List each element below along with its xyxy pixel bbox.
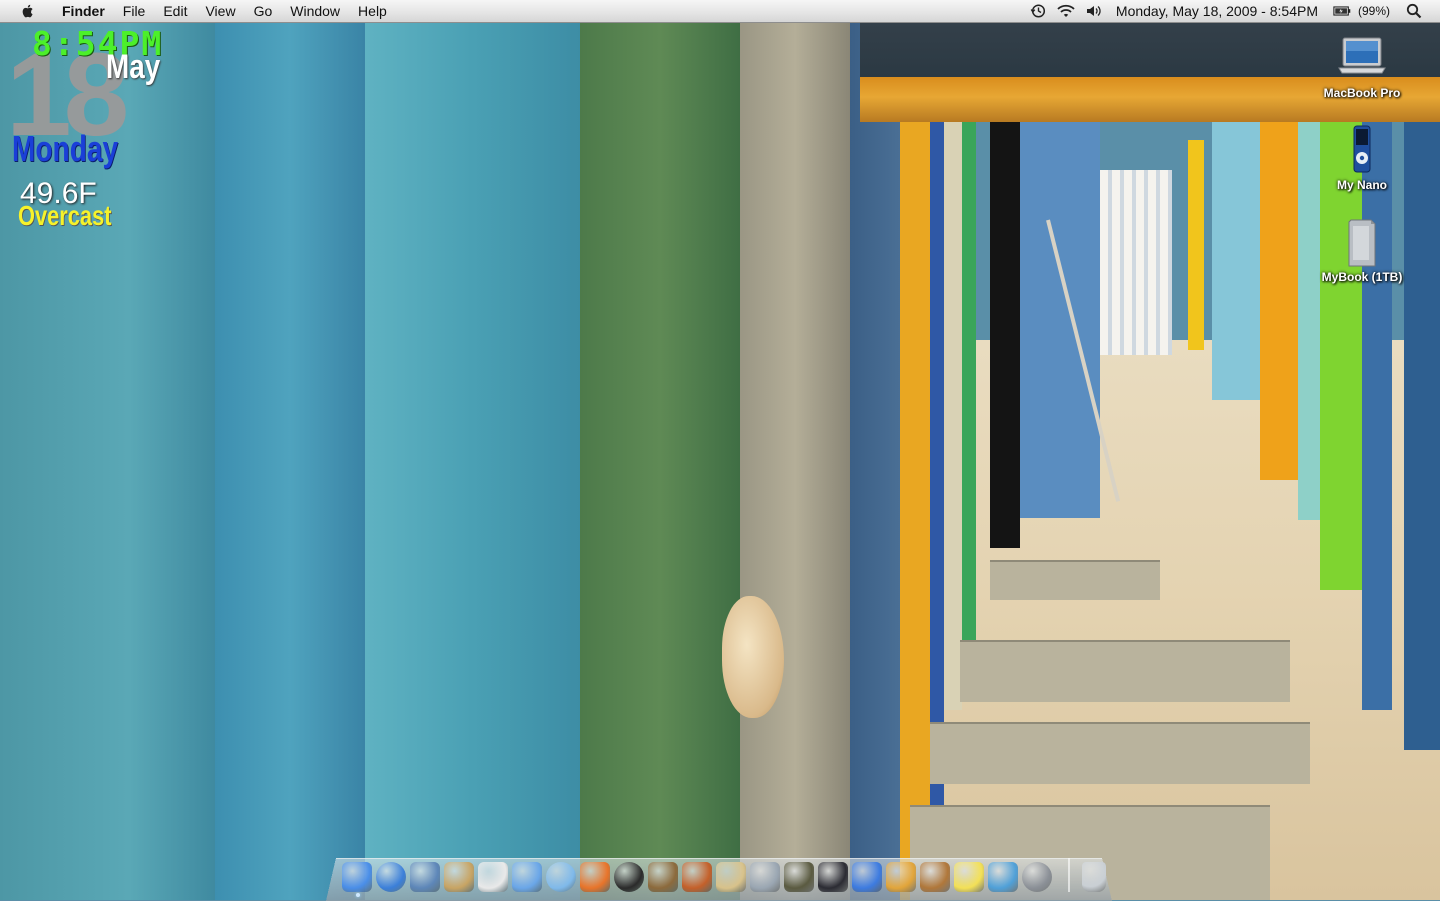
address-book-icon [444, 862, 474, 892]
dock-item-iphoto[interactable] [648, 862, 678, 892]
desktop-icon-my-nano[interactable]: My Nano [1312, 124, 1412, 192]
desktop-icon-label: MacBook Pro [1312, 86, 1412, 100]
desktop-icon-label: MyBook (1TB) [1312, 270, 1412, 284]
running-indicator [356, 893, 360, 897]
volume-icon[interactable] [1085, 3, 1103, 19]
widget-month: May [106, 48, 160, 87]
menu-finder[interactable]: Finder [50, 0, 114, 22]
dock-item-app-store[interactable] [852, 862, 882, 892]
dock-item-safari[interactable] [376, 862, 406, 892]
wifi-icon[interactable] [1057, 3, 1075, 19]
desktop-icon-label: My Nano [1312, 178, 1412, 192]
phone-icon [818, 862, 848, 892]
menu-window[interactable]: Window [281, 0, 349, 22]
aperture-icon [682, 862, 712, 892]
dock-item-chart-app[interactable] [988, 862, 1018, 892]
dock-item-archive[interactable] [750, 862, 780, 892]
calendar-icon [478, 862, 508, 892]
dock-item-itunes[interactable] [546, 862, 576, 892]
dock-separator [1068, 858, 1070, 892]
ipod-nano-icon [1335, 124, 1389, 176]
dock-item-widgets[interactable] [512, 862, 542, 892]
safari-icon [376, 862, 406, 892]
widget-weekday: Monday [12, 128, 118, 170]
dock-item-photo-booth[interactable] [614, 862, 644, 892]
desktop-icon-mybook[interactable]: MyBook (1TB) [1312, 216, 1412, 284]
preview-icon [716, 862, 746, 892]
desktop-icon-macbook-pro[interactable]: MacBook Pro [1312, 32, 1412, 100]
stickies-icon [954, 862, 984, 892]
dock-item-ical[interactable] [478, 862, 508, 892]
camera-lens-icon [614, 862, 644, 892]
laptop-icon [1335, 32, 1389, 84]
itunes-icon [546, 862, 576, 892]
iphoto-icon [648, 862, 678, 892]
menu-view[interactable]: View [196, 0, 244, 22]
desktop-wallpaper [0, 0, 1440, 900]
menu-help[interactable]: Help [349, 0, 396, 22]
dock-item-stickies[interactable] [954, 862, 984, 892]
widgets-icon [512, 862, 542, 892]
star-icon [784, 862, 814, 892]
apple-icon[interactable] [20, 3, 36, 19]
menu-file[interactable]: File [114, 0, 155, 22]
dock-item-address-book[interactable] [444, 862, 474, 892]
time-machine-icon[interactable] [1029, 3, 1047, 19]
menubar-clock[interactable]: Monday, May 18, 2009 - 8:54PM [1108, 0, 1328, 22]
clock-weather-widget[interactable]: 18 8:54PM May Monday 49.6F Overcast [0, 22, 200, 242]
battery-percent[interactable]: (99%) [1356, 4, 1400, 18]
menu-edit[interactable]: Edit [154, 0, 196, 22]
gear-icon [1022, 862, 1052, 892]
widget-condition: Overcast [18, 200, 112, 232]
dock-item-finder[interactable] [342, 862, 372, 892]
mail-icon [410, 862, 440, 892]
dock-item-feather-app[interactable] [580, 862, 610, 892]
dock-item-trash[interactable] [1082, 862, 1106, 892]
app-store-icon [852, 862, 882, 892]
menu-bar: Finder File Edit View Go Window Help Mon… [0, 0, 1440, 23]
dock-item-star-app[interactable] [784, 862, 814, 892]
trash-icon [1082, 862, 1106, 892]
dock-item-aperture[interactable] [682, 862, 712, 892]
dock-item-pineapple-app[interactable] [886, 862, 916, 892]
box-icon [750, 862, 780, 892]
chart-icon [988, 862, 1018, 892]
dock-item-fetch-app[interactable] [920, 862, 950, 892]
external-drive-icon [1335, 216, 1389, 268]
battery-icon[interactable] [1333, 3, 1351, 19]
dog-icon [920, 862, 950, 892]
pineapple-icon [886, 862, 916, 892]
dock-item-system-preferences[interactable] [1022, 862, 1052, 892]
feather-icon [580, 862, 610, 892]
dock-items [340, 854, 1108, 892]
dock-item-device[interactable] [818, 862, 848, 892]
spotlight-icon[interactable] [1406, 3, 1422, 19]
dock-item-preview[interactable] [716, 862, 746, 892]
finder-icon [342, 862, 372, 892]
dock-item-mail[interactable] [410, 862, 440, 892]
menu-go[interactable]: Go [245, 0, 282, 22]
